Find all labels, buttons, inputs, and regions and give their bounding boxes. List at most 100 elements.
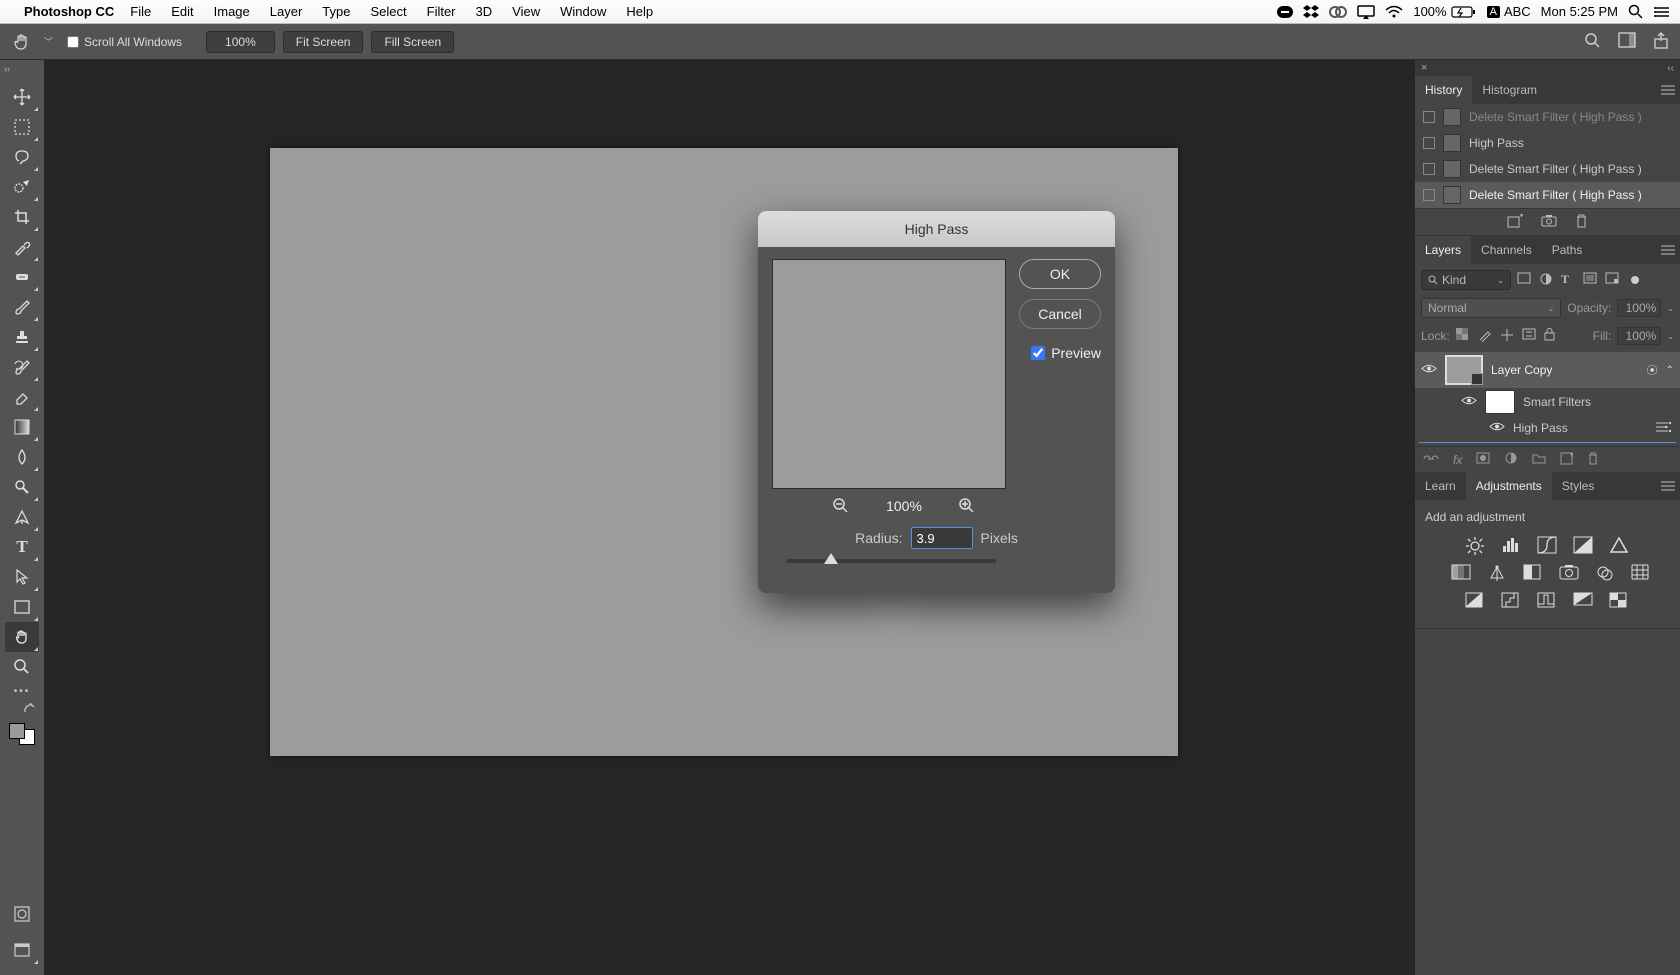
- panel-menu-icon[interactable]: [1656, 472, 1680, 500]
- screen-mode-icon[interactable]: [5, 935, 39, 965]
- brightness-icon[interactable]: [1465, 536, 1487, 556]
- panel-menu-icon[interactable]: [1656, 236, 1680, 264]
- smart-filters-row[interactable]: Smart Filters: [1415, 388, 1680, 416]
- ok-button[interactable]: OK: [1019, 259, 1101, 289]
- tab-histogram[interactable]: Histogram: [1472, 76, 1547, 104]
- type-tool[interactable]: T: [5, 532, 39, 562]
- invert-icon[interactable]: [1465, 592, 1487, 612]
- filter-shape-icon[interactable]: [1583, 272, 1599, 288]
- filter-kind-select[interactable]: Kind⌄: [1421, 270, 1511, 290]
- eraser-tool[interactable]: [5, 382, 39, 412]
- lasso-tool[interactable]: [5, 142, 39, 172]
- menu-3d[interactable]: 3D: [476, 4, 493, 19]
- expand-tools-icon[interactable]: ››: [0, 64, 10, 78]
- lock-artboard-icon[interactable]: [1522, 328, 1538, 344]
- lock-transparent-icon[interactable]: [1456, 328, 1472, 344]
- hand-tool[interactable]: [5, 622, 39, 652]
- menu-extras-icon[interactable]: [1654, 6, 1670, 18]
- threshold-icon[interactable]: [1537, 592, 1559, 612]
- scroll-all-windows-checkbox[interactable]: Scroll All Windows: [67, 35, 182, 49]
- slider-thumb-icon[interactable]: [824, 553, 838, 564]
- filter-smart-icon[interactable]: [1605, 272, 1621, 288]
- stamp-tool[interactable]: [5, 322, 39, 352]
- zoom-in-icon[interactable]: [958, 497, 976, 515]
- preview-checkbox[interactable]: Preview: [1031, 345, 1101, 361]
- vibrance-icon[interactable]: [1609, 536, 1631, 556]
- fit-screen-button[interactable]: Fit Screen: [283, 31, 364, 53]
- tab-adjustments[interactable]: Adjustments: [1466, 472, 1552, 500]
- smart-filter-entry[interactable]: High Pass: [1415, 416, 1680, 440]
- hand-tool-icon[interactable]: [8, 32, 36, 52]
- bw-icon[interactable]: [1523, 564, 1545, 584]
- hue-sat-icon[interactable]: [1451, 564, 1473, 584]
- tool-preset-chevron-icon[interactable]: ﹀: [44, 35, 53, 48]
- input-source[interactable]: AABC: [1487, 4, 1531, 19]
- tab-paths[interactable]: Paths: [1542, 236, 1593, 264]
- filter-visibility-icon[interactable]: ⦿: [1647, 362, 1658, 378]
- filter-adjust-icon[interactable]: [1539, 272, 1555, 288]
- crop-tool[interactable]: [5, 202, 39, 232]
- shape-tool[interactable]: [5, 592, 39, 622]
- menu-help[interactable]: Help: [626, 4, 653, 19]
- history-brush-tool[interactable]: [5, 352, 39, 382]
- close-panel-icon[interactable]: ×: [1421, 62, 1427, 74]
- wifi-icon[interactable]: [1385, 5, 1403, 19]
- expand-layer-icon[interactable]: ⌃: [1666, 365, 1674, 376]
- marquee-tool[interactable]: [5, 112, 39, 142]
- dialog-title[interactable]: High Pass: [758, 211, 1115, 247]
- radius-slider[interactable]: [786, 559, 996, 563]
- battery-status[interactable]: 100%: [1413, 4, 1476, 19]
- history-row[interactable]: Delete Smart Filter ( High Pass ): [1415, 182, 1680, 208]
- history-row[interactable]: Delete Smart Filter ( High Pass ): [1415, 156, 1680, 182]
- menu-file[interactable]: File: [130, 4, 151, 19]
- collapse-panels-icon[interactable]: ‹‹: [1667, 63, 1674, 74]
- gradient-tool[interactable]: [5, 412, 39, 442]
- tab-channels[interactable]: Channels: [1471, 236, 1542, 264]
- layer-mask-icon[interactable]: [1476, 452, 1490, 467]
- gradient-map-icon[interactable]: [1573, 592, 1595, 612]
- tab-layers[interactable]: Layers: [1415, 236, 1471, 264]
- workspace-icon[interactable]: [1618, 32, 1638, 52]
- layer-style-icon[interactable]: fx: [1453, 453, 1462, 467]
- menu-edit[interactable]: Edit: [171, 4, 193, 19]
- swap-colors-icon[interactable]: [5, 701, 39, 717]
- fill-screen-button[interactable]: Fill Screen: [371, 31, 454, 53]
- layer-name[interactable]: Layer Copy: [1491, 363, 1639, 377]
- filter-mask-thumbnail[interactable]: [1485, 390, 1515, 414]
- cc-icon[interactable]: [1329, 5, 1347, 19]
- visibility-icon[interactable]: [1461, 395, 1477, 409]
- menu-type[interactable]: Type: [322, 4, 350, 19]
- filter-type-icon[interactable]: T: [1561, 272, 1577, 288]
- channel-mixer-icon[interactable]: [1595, 564, 1617, 584]
- menu-view[interactable]: View: [512, 4, 540, 19]
- adjustment-layer-icon[interactable]: [1504, 451, 1518, 468]
- selective-color-icon[interactable]: [1609, 592, 1631, 612]
- visibility-icon[interactable]: [1489, 421, 1505, 435]
- zoom-tool[interactable]: [5, 652, 39, 682]
- color-balance-icon[interactable]: [1487, 564, 1509, 584]
- tab-history[interactable]: History: [1415, 76, 1472, 104]
- history-row[interactable]: High Pass: [1415, 130, 1680, 156]
- posterize-icon[interactable]: [1501, 592, 1523, 612]
- menu-window[interactable]: Window: [560, 4, 606, 19]
- dropbox-icon[interactable]: [1303, 5, 1319, 19]
- quick-mask-icon[interactable]: [5, 899, 39, 929]
- fill-chevron-icon[interactable]: ⌄: [1667, 332, 1674, 341]
- clock[interactable]: Mon 5:25 PM: [1541, 4, 1618, 19]
- dodge-tool[interactable]: [5, 472, 39, 502]
- opacity-input[interactable]: 100%: [1617, 299, 1661, 317]
- brush-tool[interactable]: [5, 292, 39, 322]
- tab-styles[interactable]: Styles: [1552, 472, 1605, 500]
- search-icon[interactable]: [1584, 32, 1604, 52]
- delete-state-icon[interactable]: [1575, 214, 1588, 231]
- eyedropper-tool[interactable]: [5, 232, 39, 262]
- blend-mode-select[interactable]: Normal⌄: [1421, 298, 1561, 318]
- path-select-tool[interactable]: [5, 562, 39, 592]
- fg-color[interactable]: [9, 723, 25, 739]
- menu-layer[interactable]: Layer: [270, 4, 303, 19]
- healing-tool[interactable]: [5, 262, 39, 292]
- menu-filter[interactable]: Filter: [427, 4, 456, 19]
- new-layer-icon[interactable]: [1560, 452, 1573, 468]
- link-layers-icon[interactable]: [1423, 453, 1439, 467]
- pen-tool[interactable]: [5, 502, 39, 532]
